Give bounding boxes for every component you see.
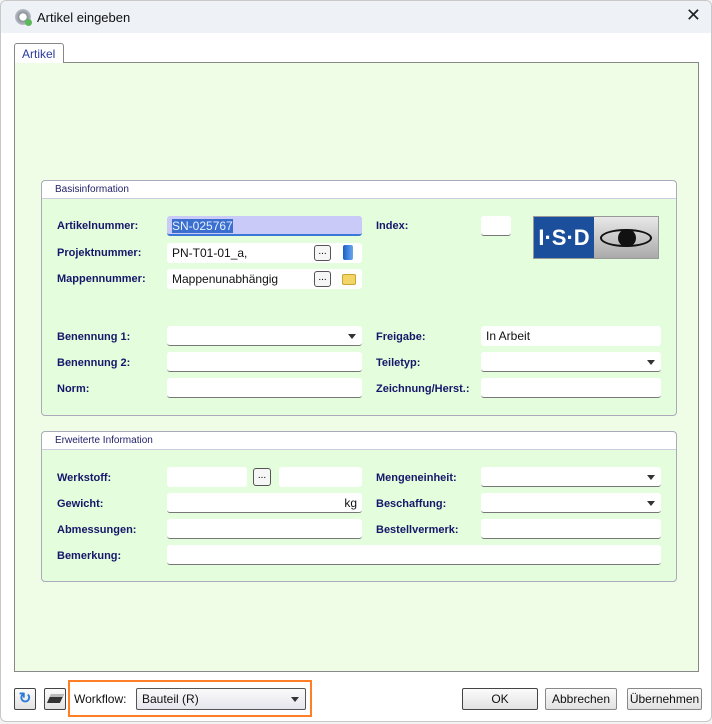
eye-icon [594,217,658,258]
cancel-button[interactable]: Abbrechen [545,688,617,710]
folder-icon[interactable] [342,274,356,285]
zeichnung-input[interactable] [481,378,661,398]
artikelnummer-label: Artikelnummer: [57,220,139,232]
index-input[interactable] [481,216,511,236]
teiletyp-dropdown[interactable] [481,352,661,372]
index-label: Index: [376,220,409,232]
refresh-button[interactable]: ↻ [14,688,36,710]
teiletyp-label: Teiletyp: [376,357,421,369]
logo-text: I·S·D [534,217,594,258]
refresh-icon: ↻ [18,690,32,707]
beschaffung-dropdown[interactable] [481,493,661,513]
zeichnung-label: Zeichnung/Herst.: [376,383,470,395]
project-cabinet-icon[interactable] [343,245,353,260]
eraser-icon [46,694,64,703]
workflow-dropdown[interactable]: Bauteil (R) [136,688,306,710]
benennung1-dropdown[interactable] [167,326,362,346]
abmessungen-input[interactable] [167,519,362,539]
mappennummer-label: Mappennummer: [57,273,146,285]
werkstoff-label: Werkstoff: [57,472,112,484]
norm-label: Norm: [57,383,90,395]
beschaffung-label: Beschaffung: [376,498,447,510]
artikelnummer-value: SN-025767 [172,219,233,233]
mengeneinheit-label: Mengeneinheit: [376,472,457,484]
tab-artikel[interactable]: Artikel [14,43,64,63]
bestellvermerk-input[interactable] [481,519,661,539]
benennung2-label: Benennung 2: [57,357,131,369]
werkstoff-description [279,467,362,487]
group-title: Erweiterte Information [42,432,676,450]
bestellvermerk-label: Bestellvermerk: [376,524,459,536]
bemerkung-input[interactable] [167,545,661,565]
abmessungen-label: Abmessungen: [57,524,137,536]
mengeneinheit-dropdown[interactable] [481,467,661,487]
benennung2-input[interactable] [167,352,362,372]
ok-button[interactable]: OK [462,688,538,710]
workflow-label: Workflow: [74,692,127,706]
freigabe-field: In Arbeit [481,326,661,346]
close-button[interactable]: ✕ [686,5,701,26]
artikelnummer-input[interactable]: SN-025767 [167,216,362,236]
isd-logo: I·S·D [533,216,659,259]
werkstoff-input[interactable] [167,467,247,487]
title-bar: Artikel eingeben ✕ [1,1,711,33]
apply-button[interactable]: Übernehmen [627,688,702,710]
window-title: Artikel eingeben [37,10,131,25]
mappennummer-browse-button[interactable]: ... [314,271,331,287]
bemerkung-label: Bemerkung: [57,550,122,562]
benennung1-label: Benennung 1: [57,331,131,343]
projektnummer-input[interactable]: PN-T01-01_a, [167,243,362,263]
gewicht-unit: kg [344,496,357,510]
gewicht-label: Gewicht: [57,498,104,510]
app-gear-icon [15,9,32,26]
werkstoff-browse-button[interactable]: ... [253,468,271,486]
mappennummer-input[interactable]: Mappenunabhängig [167,269,362,289]
gewicht-input[interactable]: kg [167,493,362,513]
projektnummer-label: Projektnummer: [57,247,142,259]
eraser-button[interactable] [44,688,66,710]
freigabe-label: Freigabe: [376,331,426,343]
projektnummer-browse-button[interactable]: ... [314,245,331,261]
group-title: Basisinformation [42,181,676,199]
norm-input[interactable] [167,378,362,398]
